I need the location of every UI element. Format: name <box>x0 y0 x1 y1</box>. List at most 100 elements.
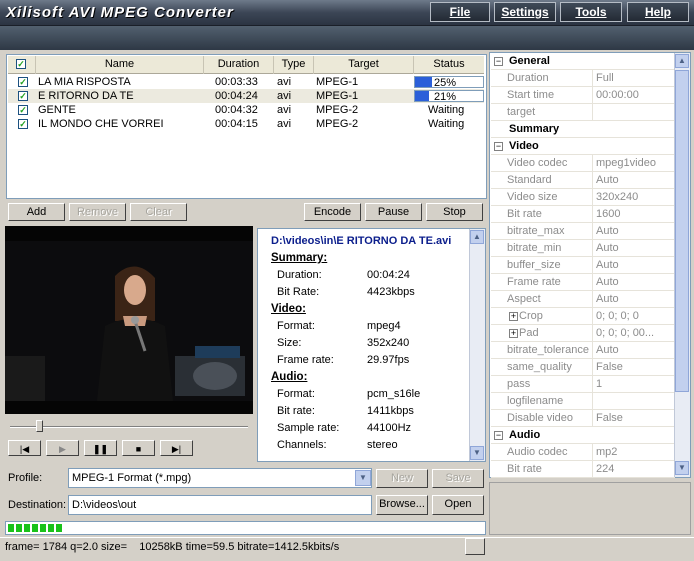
property-value[interactable]: 00:00:00 <box>596 87 675 103</box>
property-row[interactable]: Frame rate Auto <box>491 274 675 291</box>
property-value[interactable]: Auto <box>596 274 675 290</box>
property-value[interactable]: Full <box>596 70 675 86</box>
add-button[interactable]: Add <box>8 203 65 221</box>
menu-tools[interactable]: Tools <box>560 2 622 22</box>
row-status: Waiting <box>428 104 465 116</box>
seek-track[interactable] <box>10 426 248 428</box>
property-value[interactable]: mp2 <box>596 444 675 460</box>
summary-heading: Summary: <box>271 252 328 264</box>
property-value[interactable]: mpeg1video <box>596 155 675 171</box>
status-button[interactable] <box>465 538 485 555</box>
header-status[interactable]: Status <box>414 56 484 74</box>
select-all-checkbox[interactable]: ✓ <box>16 59 26 69</box>
property-row[interactable]: Aspect Auto <box>491 291 675 308</box>
property-value[interactable]: 0; 0; 0; 0 <box>596 308 675 324</box>
play-button[interactable]: ▶ <box>46 440 79 456</box>
scroll-down-icon[interactable]: ▼ <box>675 461 689 475</box>
property-row[interactable]: Bit rate 1600 <box>491 206 675 223</box>
destination-field[interactable]: D:\videos\out <box>68 495 372 515</box>
property-row[interactable]: bitrate_max Auto <box>491 223 675 240</box>
property-row[interactable]: Duration Full <box>491 70 675 87</box>
scroll-down-icon[interactable]: ▼ <box>470 446 484 460</box>
row-checkbox[interactable]: ✓ <box>18 105 28 115</box>
prev-button[interactable]: |◀ <box>8 440 41 456</box>
property-value[interactable]: Auto <box>596 223 675 239</box>
property-row[interactable]: Video codec mpeg1video <box>491 155 675 172</box>
property-value[interactable]: Auto <box>596 257 675 273</box>
property-section[interactable]: − General <box>491 53 675 70</box>
property-section[interactable]: Summary <box>491 121 675 138</box>
property-section[interactable]: − Audio <box>491 427 675 444</box>
property-scroll-thumb[interactable] <box>675 70 689 392</box>
table-row[interactable]: ✓ LA MIA RISPOSTA 00:03:33 avi MPEG-1 25… <box>8 75 484 89</box>
profile-select[interactable]: MPEG-1 Format (*.mpg) <box>68 468 372 488</box>
property-row[interactable]: bitrate_tolerance Auto <box>491 342 675 359</box>
collapse-icon[interactable]: − <box>494 431 503 440</box>
pause-button[interactable]: Pause <box>365 203 422 221</box>
pause-media-button[interactable]: ❚❚ <box>84 440 117 456</box>
property-row[interactable]: same_quality False <box>491 359 675 376</box>
property-row[interactable]: Start time 00:00:00 <box>491 87 675 104</box>
collapse-icon[interactable]: − <box>494 142 503 151</box>
property-value[interactable]: 224 <box>596 461 675 477</box>
remove-button[interactable]: Remove <box>69 203 126 221</box>
property-value[interactable]: 0; 0; 0; 00... <box>596 325 675 341</box>
property-row[interactable]: bitrate_min Auto <box>491 240 675 257</box>
row-checkbox[interactable]: ✓ <box>18 91 28 101</box>
property-row[interactable]: + Pad 0; 0; 0; 00... <box>491 325 675 342</box>
seek-slider[interactable] <box>35 420 43 432</box>
menu-help[interactable]: Help <box>627 2 689 22</box>
menu-file[interactable]: File <box>430 2 490 22</box>
property-row[interactable]: Standard Auto <box>491 172 675 189</box>
property-value[interactable]: Auto <box>596 240 675 256</box>
property-value[interactable]: Auto <box>596 291 675 307</box>
video-frame-image <box>5 241 253 401</box>
table-row[interactable]: ✓ E RITORNO DA TE 00:04:24 avi MPEG-1 21… <box>8 89 484 103</box>
table-row[interactable]: ✓ GENTE 00:04:32 avi MPEG-2 Waiting <box>8 103 484 117</box>
property-row[interactable]: Audio codec mp2 <box>491 444 675 461</box>
property-row[interactable]: logfilename <box>491 393 675 410</box>
property-section[interactable]: − Video <box>491 138 675 155</box>
header-target[interactable]: Target <box>314 56 414 74</box>
menu-settings[interactable]: Settings <box>494 2 556 22</box>
header-check[interactable]: ✓ <box>8 56 36 74</box>
header-type[interactable]: Type <box>274 56 314 74</box>
save-profile-button[interactable]: Save <box>432 469 484 488</box>
open-button[interactable]: Open <box>432 495 484 515</box>
property-row[interactable]: buffer_size Auto <box>491 257 675 274</box>
overall-progress <box>5 521 486 535</box>
stop-media-button[interactable]: ■ <box>122 440 155 456</box>
property-value[interactable]: False <box>596 410 675 426</box>
property-value[interactable]: False <box>596 359 675 375</box>
next-button[interactable]: ▶| <box>160 440 193 456</box>
row-checkbox[interactable]: ✓ <box>18 119 28 129</box>
header-duration[interactable]: Duration <box>204 56 274 74</box>
property-value[interactable]: 320x240 <box>596 189 675 205</box>
property-value[interactable]: Auto <box>596 342 675 358</box>
row-checkbox[interactable]: ✓ <box>18 77 28 87</box>
chevron-down-icon[interactable]: ▼ <box>355 470 371 486</box>
encode-button[interactable]: Encode <box>304 203 361 221</box>
info-scrollbar[interactable] <box>469 229 485 461</box>
duration-label: Duration: <box>277 269 322 281</box>
scroll-up-icon[interactable]: ▲ <box>675 54 689 68</box>
file-list-header: ✓ Name Duration Type Target Status <box>8 56 484 74</box>
property-row[interactable]: Disable video False <box>491 410 675 427</box>
property-row[interactable]: target <box>491 104 675 121</box>
property-row[interactable]: Video size 320x240 <box>491 189 675 206</box>
stop-button[interactable]: Stop <box>426 203 483 221</box>
browse-button[interactable]: Browse... <box>376 495 428 515</box>
table-row[interactable]: ✓ IL MONDO CHE VORREI 00:04:15 avi MPEG-… <box>8 117 484 131</box>
property-value[interactable]: 1 <box>596 376 675 392</box>
property-value[interactable]: 1600 <box>596 206 675 222</box>
property-value[interactable]: Auto <box>596 172 675 188</box>
scroll-up-icon[interactable]: ▲ <box>470 230 484 244</box>
clear-button[interactable]: Clear <box>130 203 187 221</box>
collapse-icon[interactable]: − <box>494 57 503 66</box>
row-duration: 00:04:15 <box>215 118 258 130</box>
new-profile-button[interactable]: New <box>376 469 428 488</box>
property-row[interactable]: pass 1 <box>491 376 675 393</box>
header-name[interactable]: Name <box>36 56 204 74</box>
property-row[interactable]: Bit rate 224 <box>491 461 675 478</box>
property-row[interactable]: + Crop 0; 0; 0; 0 <box>491 308 675 325</box>
